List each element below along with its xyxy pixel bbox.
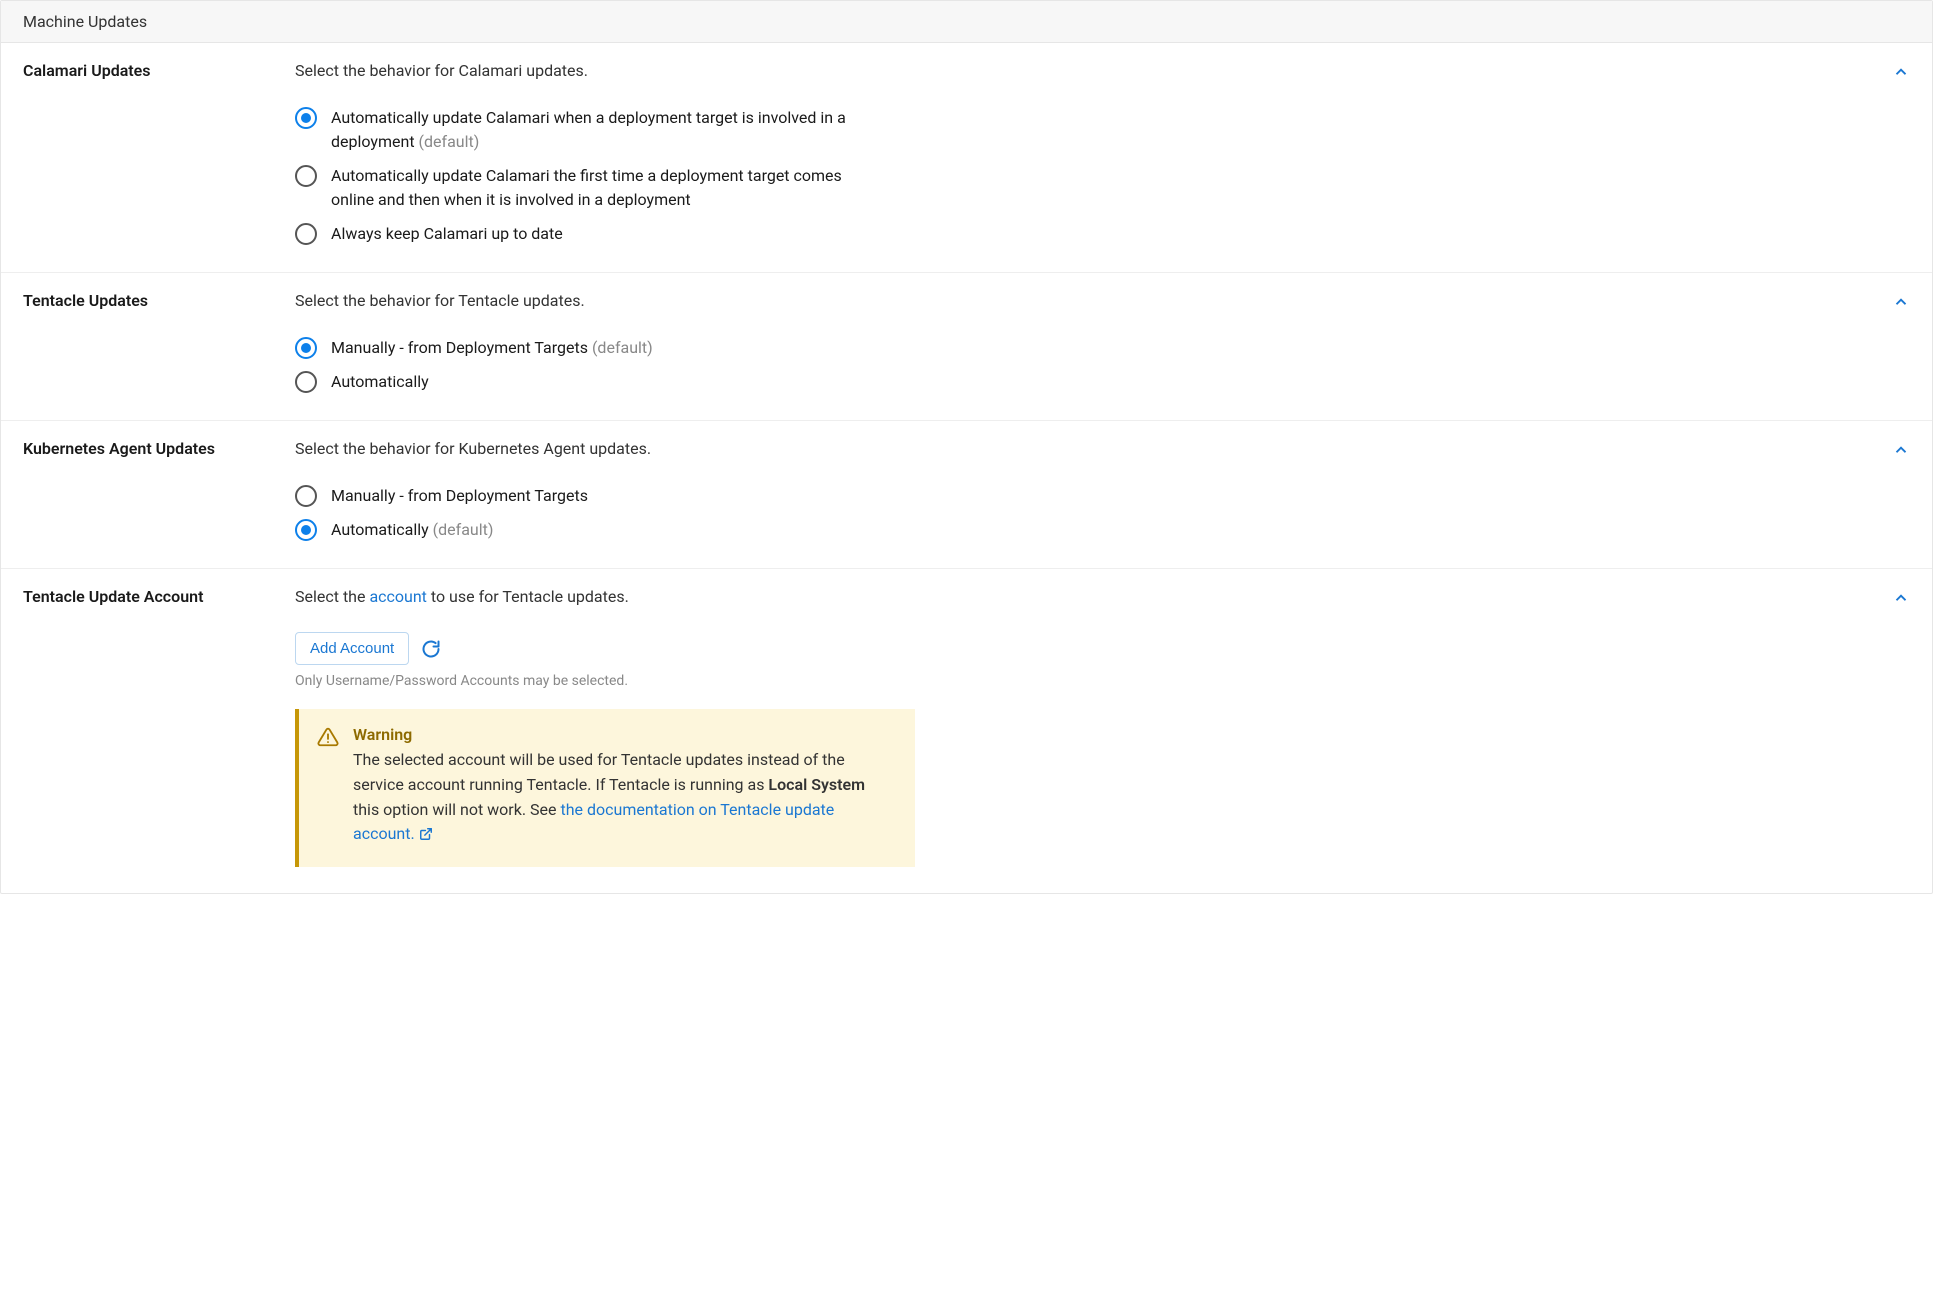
section-description: Select the behavior for Tentacle updates…: [295, 291, 1850, 310]
calamari-radio-group: Automatically update Calamari when a dep…: [295, 106, 1850, 246]
radio-icon: [295, 519, 317, 541]
machine-updates-panel: Machine Updates Calamari Updates Select …: [0, 0, 1933, 894]
radio-option[interactable]: Automatically: [295, 370, 1850, 394]
radio-option[interactable]: Manually - from Deployment Targets (defa…: [295, 336, 1850, 360]
chevron-up-icon[interactable]: [1892, 441, 1910, 459]
chevron-up-icon[interactable]: [1892, 293, 1910, 311]
add-account-button[interactable]: Add Account: [295, 632, 409, 665]
radio-icon: [295, 371, 317, 393]
radio-option[interactable]: Automatically (default): [295, 518, 1850, 542]
radio-label: Automatically: [331, 370, 429, 394]
account-helper-text: Only Username/Password Accounts may be s…: [295, 673, 1850, 689]
radio-option[interactable]: Automatically update Calamari when a dep…: [295, 106, 1850, 154]
section-title: Calamari Updates: [23, 61, 295, 246]
radio-label: Automatically update Calamari the first …: [331, 164, 851, 212]
radio-option[interactable]: Automatically update Calamari the first …: [295, 164, 1850, 212]
section-title: Tentacle Updates: [23, 291, 295, 394]
section-title: Kubernetes Agent Updates: [23, 439, 295, 542]
refresh-icon[interactable]: [421, 639, 441, 659]
radio-icon: [295, 485, 317, 507]
warning-body: The selected account will be used for Te…: [353, 748, 891, 849]
section-title: Tentacle Update Account: [23, 587, 295, 867]
section-description: Select the account to use for Tentacle u…: [295, 587, 1850, 606]
tentacle-radio-group: Manually - from Deployment Targets (defa…: [295, 336, 1850, 394]
section-tentacle-update-account: Tentacle Update Account Select the accou…: [1, 569, 1932, 893]
section-tentacle-updates: Tentacle Updates Select the behavior for…: [1, 273, 1932, 421]
warning-icon: [317, 726, 339, 849]
radio-icon: [295, 337, 317, 359]
section-kubernetes-agent-updates: Kubernetes Agent Updates Select the beha…: [1, 421, 1932, 569]
warning-title: Warning: [353, 725, 891, 744]
chevron-up-icon[interactable]: [1892, 63, 1910, 81]
radio-label: Manually - from Deployment Targets: [331, 484, 588, 508]
radio-label: Automatically (default): [331, 518, 493, 542]
section-calamari-updates: Calamari Updates Select the behavior for…: [1, 43, 1932, 273]
k8s-radio-group: Manually - from Deployment Targets Automa…: [295, 484, 1850, 542]
radio-option[interactable]: Always keep Calamari up to date: [295, 222, 1850, 246]
radio-label: Automatically update Calamari when a dep…: [331, 106, 851, 154]
radio-label: Manually - from Deployment Targets (defa…: [331, 336, 653, 360]
radio-label: Always keep Calamari up to date: [331, 222, 563, 246]
account-link[interactable]: account: [369, 587, 426, 606]
external-link-icon: [419, 824, 433, 849]
section-description: Select the behavior for Calamari updates…: [295, 61, 1850, 80]
radio-icon: [295, 165, 317, 187]
radio-icon: [295, 223, 317, 245]
chevron-up-icon[interactable]: [1892, 589, 1910, 607]
panel-title: Machine Updates: [1, 1, 1932, 43]
radio-option[interactable]: Manually - from Deployment Targets: [295, 484, 1850, 508]
warning-alert: Warning The selected account will be use…: [295, 709, 915, 867]
radio-icon: [295, 107, 317, 129]
section-description: Select the behavior for Kubernetes Agent…: [295, 439, 1850, 458]
